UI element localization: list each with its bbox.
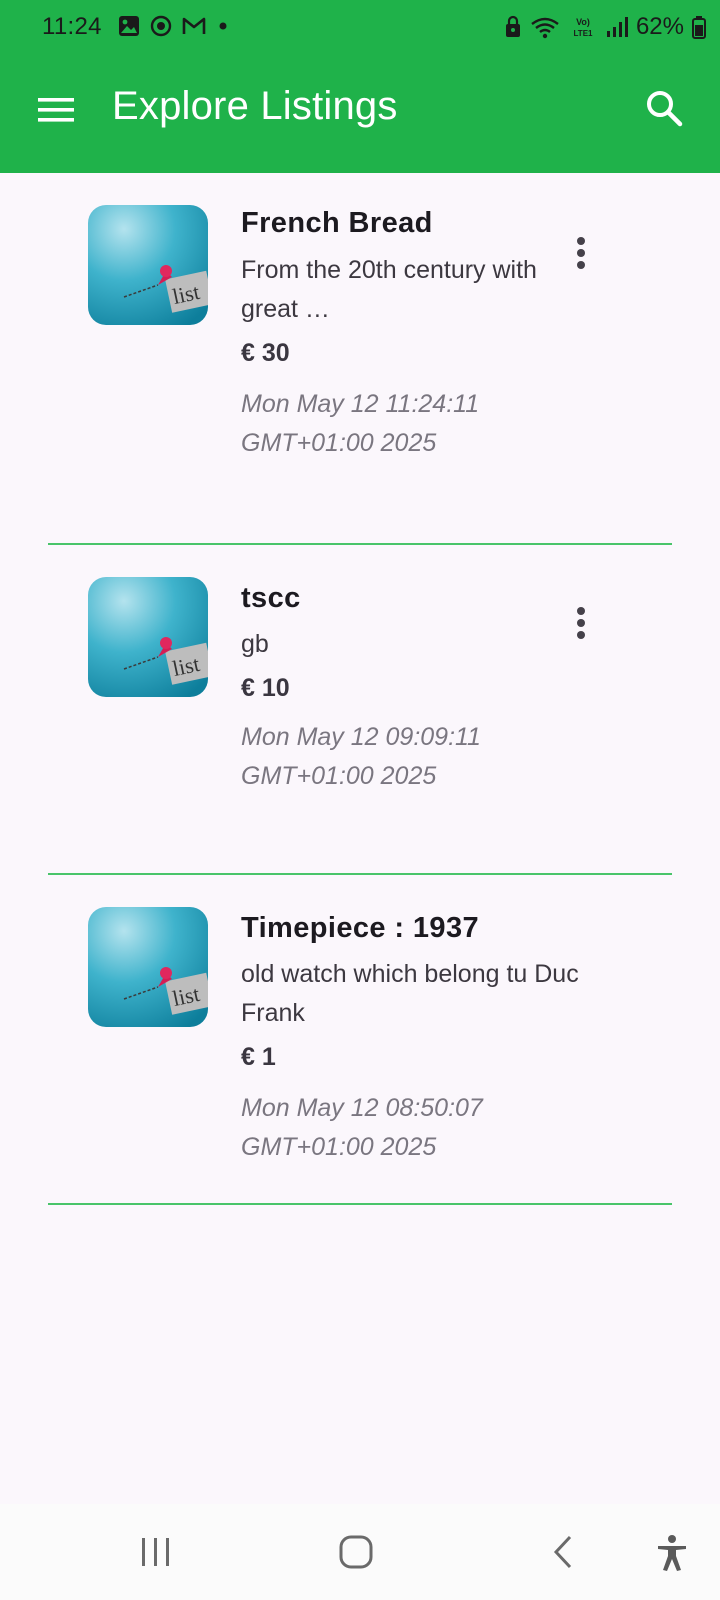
listing-description: gb xyxy=(241,630,269,658)
battery-icon xyxy=(692,16,706,39)
page-title: Explore Listings xyxy=(112,84,398,128)
svg-text:Vo): Vo) xyxy=(576,17,590,27)
accessibility-icon[interactable] xyxy=(654,1534,690,1572)
listing-thumbnail: list xyxy=(88,577,208,697)
listing-price: € 1 xyxy=(241,1043,276,1071)
search-icon[interactable] xyxy=(644,88,684,128)
listing-date: Mon May 12 09:09:11 GMT+01:00 2025 xyxy=(241,723,481,790)
listing-description: old watch which belong tu Duc Frank xyxy=(241,960,579,1027)
svg-text:LTE1: LTE1 xyxy=(573,29,593,38)
volte-icon: Vo) LTE1 xyxy=(573,17,593,38)
listing-thumbnail: list xyxy=(88,205,208,325)
record-icon xyxy=(150,15,172,37)
listing-title: tscc xyxy=(241,582,301,614)
battery-percent: 62% xyxy=(635,13,684,40)
more-options-icon[interactable] xyxy=(568,231,594,275)
back-icon[interactable] xyxy=(546,1534,582,1570)
home-icon[interactable] xyxy=(338,1534,374,1570)
listing-date: Mon May 12 08:50:07 GMT+01:00 2025 xyxy=(241,1094,483,1161)
signal-icon xyxy=(606,17,628,37)
listing-title: Timepiece : 1937 xyxy=(241,912,480,944)
listing-date: Mon May 12 11:24:11 GMT+01:00 2025 xyxy=(241,390,480,457)
more-options-icon[interactable] xyxy=(568,601,594,645)
listing-price: € 30 xyxy=(241,339,290,367)
lock-icon xyxy=(505,15,520,37)
system-nav-bar xyxy=(0,1504,720,1600)
listing-item[interactable]: list French Bread From the 20th century … xyxy=(48,173,672,545)
listing-title: French Bread xyxy=(241,207,433,239)
app-bar: 11:24 Vo) LTE1 62% Explore Listings xyxy=(0,0,720,173)
listing-price: € 10 xyxy=(241,674,290,702)
status-bar: 11:24 Vo) LTE1 62% xyxy=(0,0,720,56)
menu-icon[interactable] xyxy=(36,92,76,128)
listing-thumbnail: list xyxy=(88,907,208,1027)
gmail-icon xyxy=(182,17,206,34)
listing-item[interactable]: list Timepiece : 1937 old watch which be… xyxy=(48,875,672,1205)
wifi-icon xyxy=(531,17,559,39)
dot-icon xyxy=(219,22,227,30)
listing-item[interactable]: list tscc gb € 10 Mon May 12 09:09:11 GM… xyxy=(48,545,672,875)
status-time: 11:24 xyxy=(42,13,102,40)
gallery-icon xyxy=(119,16,139,36)
recent-apps-icon[interactable] xyxy=(138,1534,174,1570)
listing-description: From the 20th century with great … xyxy=(241,256,537,323)
